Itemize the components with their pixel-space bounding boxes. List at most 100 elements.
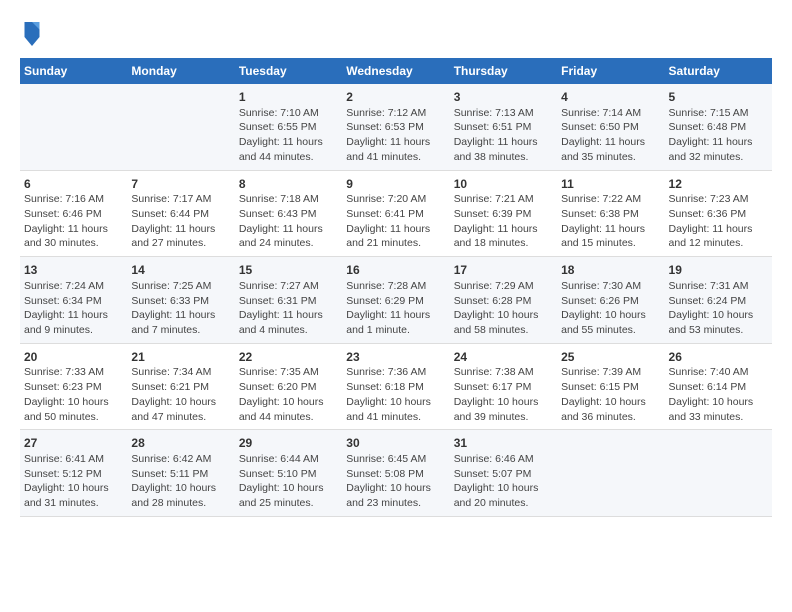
day-number: 28 [131, 435, 230, 452]
day-cell: 12Sunrise: 7:23 AM Sunset: 6:36 PM Dayli… [665, 170, 772, 257]
day-info: Sunrise: 7:28 AM Sunset: 6:29 PM Dayligh… [346, 279, 445, 338]
day-number: 20 [24, 349, 123, 366]
day-number: 5 [669, 89, 768, 106]
day-cell: 2Sunrise: 7:12 AM Sunset: 6:53 PM Daylig… [342, 84, 449, 170]
day-info: Sunrise: 6:42 AM Sunset: 5:11 PM Dayligh… [131, 452, 230, 511]
day-number: 22 [239, 349, 338, 366]
day-info: Sunrise: 7:27 AM Sunset: 6:31 PM Dayligh… [239, 279, 338, 338]
day-number: 6 [24, 176, 123, 193]
day-info: Sunrise: 6:44 AM Sunset: 5:10 PM Dayligh… [239, 452, 338, 511]
day-cell [20, 84, 127, 170]
col-header-monday: Monday [127, 58, 234, 84]
day-number: 12 [669, 176, 768, 193]
day-cell: 3Sunrise: 7:13 AM Sunset: 6:51 PM Daylig… [450, 84, 557, 170]
day-info: Sunrise: 7:18 AM Sunset: 6:43 PM Dayligh… [239, 192, 338, 251]
day-cell [127, 84, 234, 170]
day-number: 14 [131, 262, 230, 279]
col-header-tuesday: Tuesday [235, 58, 342, 84]
day-number: 21 [131, 349, 230, 366]
day-info: Sunrise: 7:34 AM Sunset: 6:21 PM Dayligh… [131, 365, 230, 424]
day-cell: 9Sunrise: 7:20 AM Sunset: 6:41 PM Daylig… [342, 170, 449, 257]
col-header-thursday: Thursday [450, 58, 557, 84]
week-row-1: 1Sunrise: 7:10 AM Sunset: 6:55 PM Daylig… [20, 84, 772, 170]
day-info: Sunrise: 7:25 AM Sunset: 6:33 PM Dayligh… [131, 279, 230, 338]
logo-icon [20, 20, 44, 48]
day-number: 30 [346, 435, 445, 452]
day-info: Sunrise: 7:33 AM Sunset: 6:23 PM Dayligh… [24, 365, 123, 424]
day-number: 18 [561, 262, 660, 279]
day-cell: 31Sunrise: 6:46 AM Sunset: 5:07 PM Dayli… [450, 430, 557, 517]
day-info: Sunrise: 7:36 AM Sunset: 6:18 PM Dayligh… [346, 365, 445, 424]
day-cell: 4Sunrise: 7:14 AM Sunset: 6:50 PM Daylig… [557, 84, 664, 170]
day-number: 9 [346, 176, 445, 193]
day-info: Sunrise: 7:13 AM Sunset: 6:51 PM Dayligh… [454, 106, 553, 165]
day-cell: 17Sunrise: 7:29 AM Sunset: 6:28 PM Dayli… [450, 257, 557, 344]
day-number: 10 [454, 176, 553, 193]
day-cell: 8Sunrise: 7:18 AM Sunset: 6:43 PM Daylig… [235, 170, 342, 257]
day-info: Sunrise: 7:40 AM Sunset: 6:14 PM Dayligh… [669, 365, 768, 424]
day-info: Sunrise: 7:20 AM Sunset: 6:41 PM Dayligh… [346, 192, 445, 251]
day-number: 7 [131, 176, 230, 193]
day-number: 27 [24, 435, 123, 452]
day-cell: 16Sunrise: 7:28 AM Sunset: 6:29 PM Dayli… [342, 257, 449, 344]
day-cell: 28Sunrise: 6:42 AM Sunset: 5:11 PM Dayli… [127, 430, 234, 517]
day-info: Sunrise: 7:21 AM Sunset: 6:39 PM Dayligh… [454, 192, 553, 251]
day-cell: 27Sunrise: 6:41 AM Sunset: 5:12 PM Dayli… [20, 430, 127, 517]
day-number: 3 [454, 89, 553, 106]
day-number: 23 [346, 349, 445, 366]
day-info: Sunrise: 7:15 AM Sunset: 6:48 PM Dayligh… [669, 106, 768, 165]
day-number: 11 [561, 176, 660, 193]
day-cell: 30Sunrise: 6:45 AM Sunset: 5:08 PM Dayli… [342, 430, 449, 517]
day-number: 15 [239, 262, 338, 279]
day-number: 29 [239, 435, 338, 452]
day-info: Sunrise: 7:22 AM Sunset: 6:38 PM Dayligh… [561, 192, 660, 251]
day-cell: 7Sunrise: 7:17 AM Sunset: 6:44 PM Daylig… [127, 170, 234, 257]
day-cell: 23Sunrise: 7:36 AM Sunset: 6:18 PM Dayli… [342, 343, 449, 430]
day-number: 1 [239, 89, 338, 106]
col-header-friday: Friday [557, 58, 664, 84]
calendar-table: SundayMondayTuesdayWednesdayThursdayFrid… [20, 58, 772, 517]
week-row-5: 27Sunrise: 6:41 AM Sunset: 5:12 PM Dayli… [20, 430, 772, 517]
day-info: Sunrise: 7:23 AM Sunset: 6:36 PM Dayligh… [669, 192, 768, 251]
day-cell: 26Sunrise: 7:40 AM Sunset: 6:14 PM Dayli… [665, 343, 772, 430]
day-info: Sunrise: 6:46 AM Sunset: 5:07 PM Dayligh… [454, 452, 553, 511]
day-cell: 18Sunrise: 7:30 AM Sunset: 6:26 PM Dayli… [557, 257, 664, 344]
day-cell: 21Sunrise: 7:34 AM Sunset: 6:21 PM Dayli… [127, 343, 234, 430]
day-cell: 13Sunrise: 7:24 AM Sunset: 6:34 PM Dayli… [20, 257, 127, 344]
col-header-saturday: Saturday [665, 58, 772, 84]
day-info: Sunrise: 7:29 AM Sunset: 6:28 PM Dayligh… [454, 279, 553, 338]
week-row-4: 20Sunrise: 7:33 AM Sunset: 6:23 PM Dayli… [20, 343, 772, 430]
day-info: Sunrise: 7:16 AM Sunset: 6:46 PM Dayligh… [24, 192, 123, 251]
day-number: 17 [454, 262, 553, 279]
day-cell: 20Sunrise: 7:33 AM Sunset: 6:23 PM Dayli… [20, 343, 127, 430]
day-cell [665, 430, 772, 517]
day-cell: 29Sunrise: 6:44 AM Sunset: 5:10 PM Dayli… [235, 430, 342, 517]
day-info: Sunrise: 6:45 AM Sunset: 5:08 PM Dayligh… [346, 452, 445, 511]
day-cell: 25Sunrise: 7:39 AM Sunset: 6:15 PM Dayli… [557, 343, 664, 430]
day-info: Sunrise: 7:17 AM Sunset: 6:44 PM Dayligh… [131, 192, 230, 251]
day-number: 2 [346, 89, 445, 106]
week-row-3: 13Sunrise: 7:24 AM Sunset: 6:34 PM Dayli… [20, 257, 772, 344]
page-header [20, 20, 772, 48]
day-cell: 24Sunrise: 7:38 AM Sunset: 6:17 PM Dayli… [450, 343, 557, 430]
day-number: 26 [669, 349, 768, 366]
day-info: Sunrise: 7:24 AM Sunset: 6:34 PM Dayligh… [24, 279, 123, 338]
day-number: 24 [454, 349, 553, 366]
day-cell: 11Sunrise: 7:22 AM Sunset: 6:38 PM Dayli… [557, 170, 664, 257]
day-number: 25 [561, 349, 660, 366]
day-info: Sunrise: 7:39 AM Sunset: 6:15 PM Dayligh… [561, 365, 660, 424]
week-row-2: 6Sunrise: 7:16 AM Sunset: 6:46 PM Daylig… [20, 170, 772, 257]
day-cell: 15Sunrise: 7:27 AM Sunset: 6:31 PM Dayli… [235, 257, 342, 344]
day-number: 8 [239, 176, 338, 193]
day-info: Sunrise: 7:35 AM Sunset: 6:20 PM Dayligh… [239, 365, 338, 424]
day-cell: 5Sunrise: 7:15 AM Sunset: 6:48 PM Daylig… [665, 84, 772, 170]
day-cell: 6Sunrise: 7:16 AM Sunset: 6:46 PM Daylig… [20, 170, 127, 257]
day-number: 13 [24, 262, 123, 279]
day-cell [557, 430, 664, 517]
col-header-wednesday: Wednesday [342, 58, 449, 84]
day-info: Sunrise: 7:14 AM Sunset: 6:50 PM Dayligh… [561, 106, 660, 165]
day-number: 16 [346, 262, 445, 279]
day-info: Sunrise: 7:38 AM Sunset: 6:17 PM Dayligh… [454, 365, 553, 424]
day-info: Sunrise: 7:30 AM Sunset: 6:26 PM Dayligh… [561, 279, 660, 338]
calendar-header-row: SundayMondayTuesdayWednesdayThursdayFrid… [20, 58, 772, 84]
